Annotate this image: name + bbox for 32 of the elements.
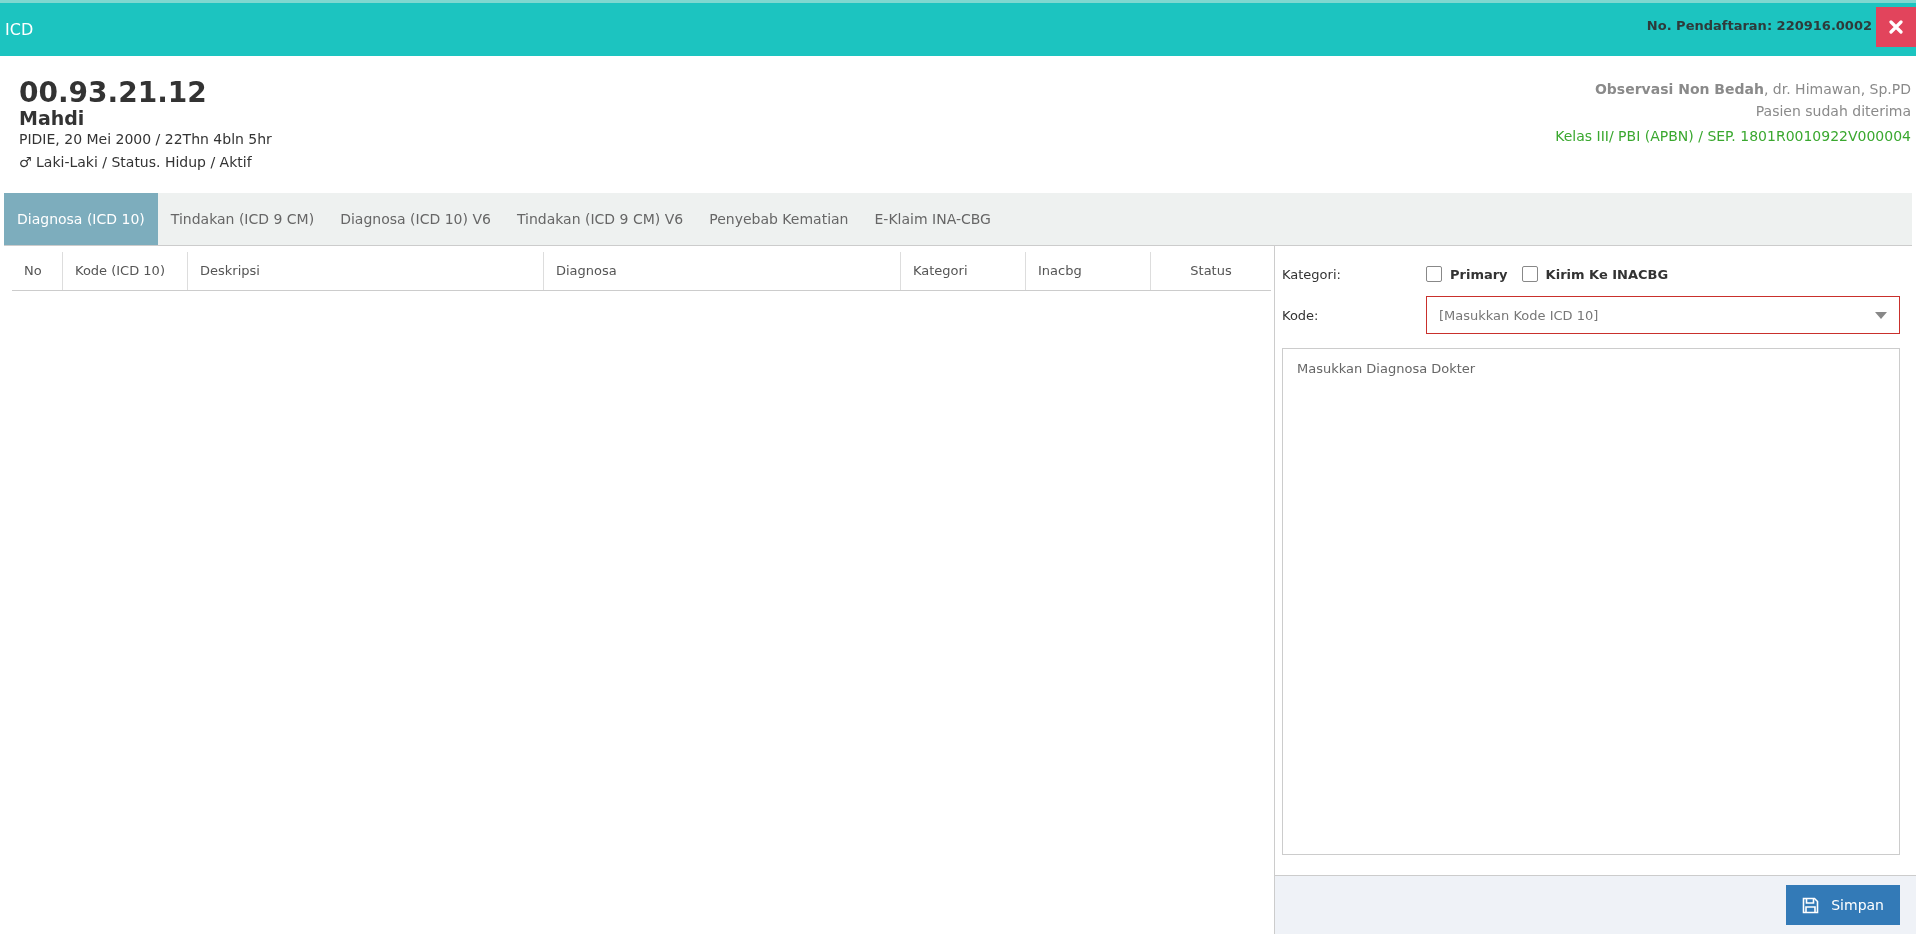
tab[interactable]: Tindakan (ICD 9 CM) (157, 193, 328, 245)
caret-icon (1875, 311, 1887, 319)
column-header: Deskripsi (187, 252, 543, 290)
kode-dropdown[interactable]: [Masukkan Kode ICD 10] (1426, 296, 1900, 334)
save-button[interactable]: Simpan (1786, 885, 1900, 925)
registration-number: No. Pendaftaran: 220916.0002 (1646, 18, 1872, 33)
kode-label: Kode: (1282, 307, 1320, 323)
visit-state: Pasien sudah diterima (1754, 102, 1911, 121)
tab[interactable]: E-Klaim INA-CBG (861, 193, 1004, 245)
unit-doctor: Observasi Non Bedah, dr. Himawan, Sp.PD (1593, 80, 1911, 99)
diagnosis-field[interactable]: Masukkan Diagnosa Dokter (1282, 348, 1900, 855)
checkbox[interactable]: Primary (1426, 266, 1508, 282)
window-title: ICD (4, 20, 35, 39)
tab[interactable]: Tindakan (ICD 9 CM) V6 (503, 193, 697, 245)
medical-record-number: 00.93.21.12 (19, 78, 208, 108)
column-header: Kode (ICD 10) (62, 252, 187, 290)
column-header: Diagnosa (543, 252, 900, 290)
tab[interactable]: Diagnosa (ICD 10) V6 (327, 193, 504, 245)
close-button[interactable] (1876, 6, 1916, 47)
save-icon (1802, 896, 1820, 914)
close-icon (1889, 19, 1903, 34)
patient-name: Mahdi (19, 108, 86, 128)
tab[interactable]: Penyebab Kematian (696, 193, 862, 245)
birth-info: PIDIE, 20 Mei 2000 / 22Thn 4bln 5hr (19, 130, 272, 149)
patient-status: ♂ Laki-Laki / Status. Hidup / Aktif (19, 153, 253, 172)
kategori-label: Kategori: (1282, 266, 1342, 282)
column-header: No (23, 262, 43, 280)
insurance-info: Kelas III/ PBI (APBN) / SEP. 1801R0010922V000004 (1555, 128, 1911, 144)
checkbox[interactable]: Kirim Ke INACBG (1521, 266, 1669, 282)
column-header: Status (1150, 252, 1271, 290)
column-header: Kategori (900, 252, 1025, 290)
column-header: Inacbg (1025, 252, 1150, 290)
